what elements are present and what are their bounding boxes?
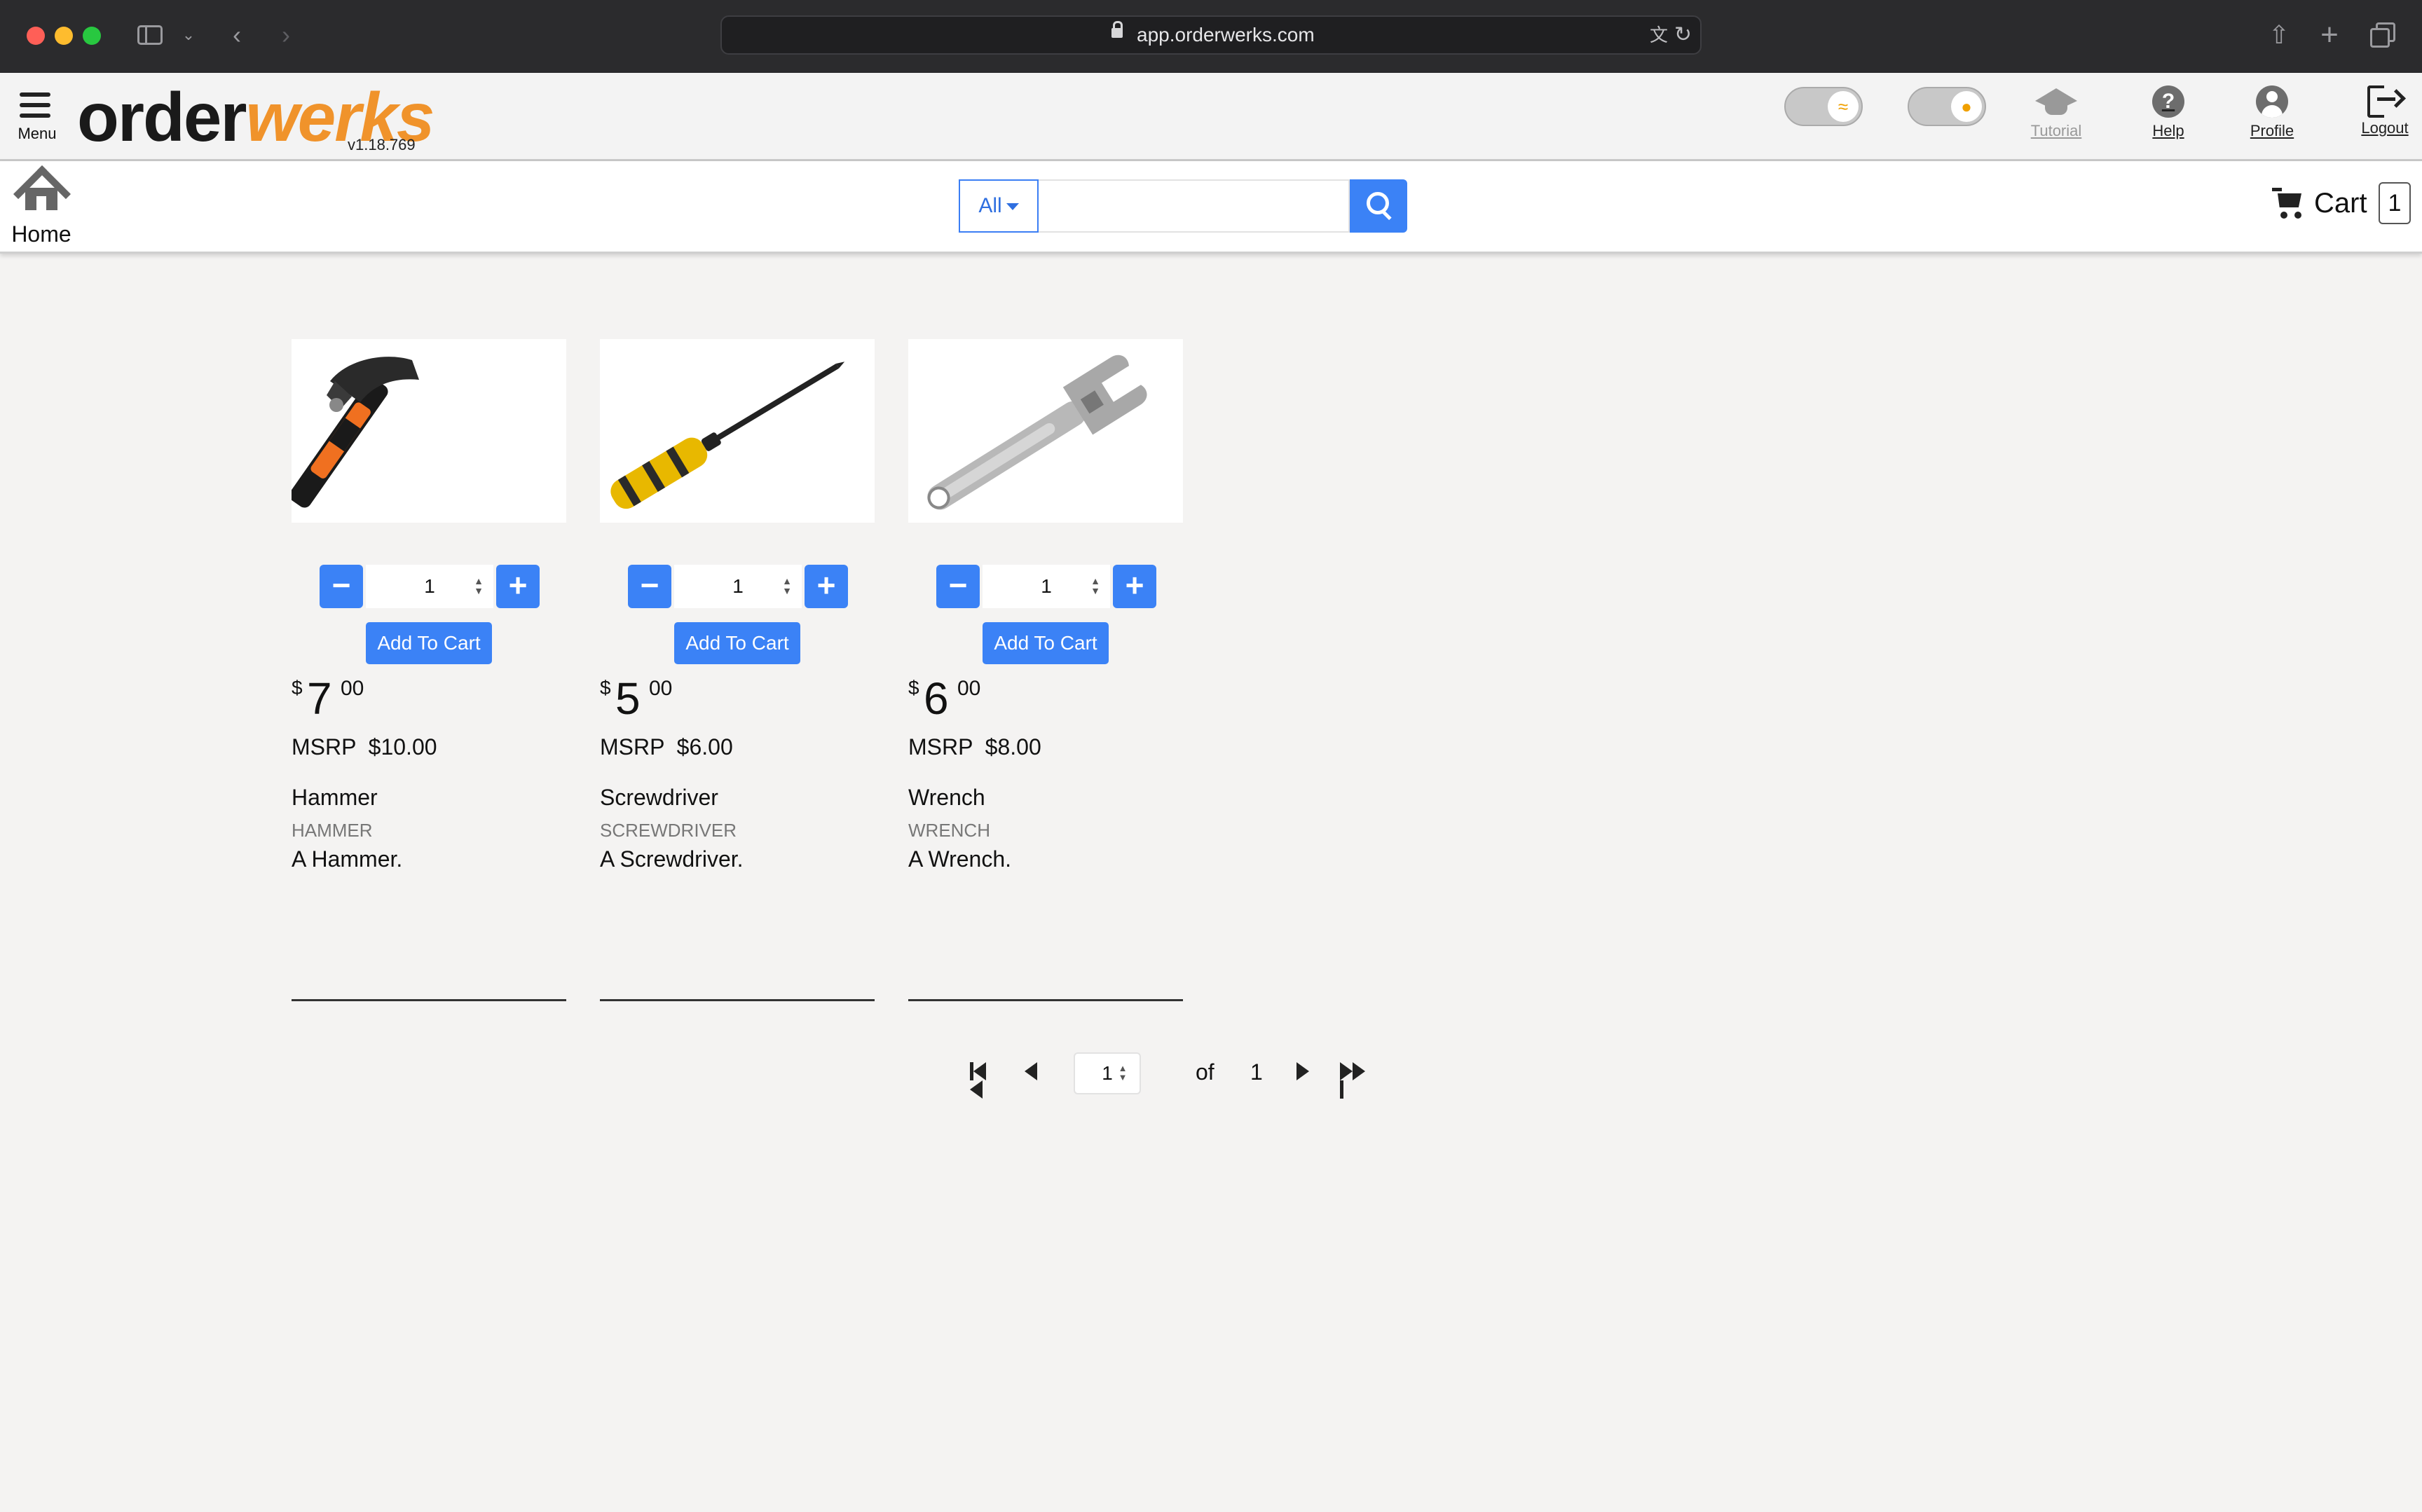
help-link[interactable]: ? Help [2142,85,2195,140]
profile-label: Profile [2250,122,2294,139]
sidebar-toggle-icon[interactable] [135,15,165,55]
search-input[interactable] [1039,179,1350,233]
home-button[interactable]: Home [10,165,73,247]
quantity-decrement-button[interactable]: − [320,565,363,608]
product-image-hammer[interactable] [292,339,566,523]
quantity-decrement-button[interactable]: − [936,565,980,608]
profile-link[interactable]: Profile [2244,85,2300,140]
offline-mode-toggle[interactable]: ≈ [1784,87,1863,126]
home-icon [13,165,71,224]
quantity-spinner-icon[interactable]: ▲ ▼ [781,576,793,597]
graduation-cap-icon [2035,85,2077,118]
product-image-screwdriver[interactable] [600,339,875,523]
home-label: Home [11,221,71,247]
next-page-icon[interactable] [1296,1062,1313,1083]
quantity-increment-button[interactable]: + [1113,565,1156,608]
user-circle-icon [2256,85,2288,118]
address-url: app.orderwerks.com [1137,24,1315,46]
product-description: A Wrench. [908,846,1012,872]
question-circle-icon: ? [2152,85,2184,118]
product-sku: HAMMER [292,820,373,841]
forward-arrow-icon[interactable]: › [272,15,300,55]
translate-icon[interactable]: 文 [1650,22,1668,48]
quantity-decrement-button[interactable]: − [628,565,671,608]
shopping-cart-icon [2272,188,2306,219]
back-arrow-icon[interactable]: ‹ [223,15,251,55]
tutorial-link[interactable]: Tutorial [2027,85,2086,140]
product-divider [292,999,566,1001]
first-page-icon[interactable] [970,1062,998,1099]
help-label: Help [2152,122,2184,139]
lock-icon [1111,21,1123,38]
quantity-spinner-icon[interactable]: ▲ ▼ [472,576,485,597]
pagination: 1 ▲ ▼ of 1 [967,1051,1374,1099]
chevron-down-icon[interactable]: ⌄ [179,15,198,55]
quantity-spinner-icon[interactable]: ▲ ▼ [1089,576,1102,597]
wrench-image [927,355,1147,510]
search-bar-row: Home All Cart 1 [0,161,2422,254]
product-card: − 1 ▲ ▼ + Add To Cart $ 6 00 MSRP $8.00 W… [908,339,1183,1002]
hamburger-icon [20,92,50,97]
cart-button[interactable]: Cart 1 [2269,182,2416,228]
cart-count-badge: 1 [2379,182,2411,224]
product-msrp: MSRP $10.00 [292,734,437,760]
cart-label: Cart [2314,188,2367,219]
tutorial-label: Tutorial [2030,122,2082,139]
window-close-button[interactable] [27,27,45,45]
sign-out-icon [2367,85,2406,118]
share-icon[interactable]: ⇧ [2264,15,2294,55]
window-zoom-button[interactable] [83,27,101,45]
wifi-icon: ≈ [1828,91,1859,122]
category-value: All [978,194,1002,217]
category-dropdown[interactable]: All [959,179,1039,233]
quantity-increment-button[interactable]: + [496,565,540,608]
product-card: − 1 ▲ ▼ + Add To Cart $ 7 00 MSRP $10.00 … [292,339,566,1002]
product-name[interactable]: Screwdriver [600,785,718,811]
product-msrp: MSRP $8.00 [908,734,1041,760]
caret-down-icon [1006,203,1019,211]
page-of-label: of [1196,1059,1215,1085]
product-image-wrench[interactable] [908,339,1183,523]
menu-button[interactable]: Menu [15,88,59,146]
tab-overview-icon[interactable] [2367,15,2398,55]
theme-toggle[interactable]: ● [1908,87,1986,126]
product-sku: SCREWDRIVER [600,820,737,841]
product-sku: WRENCH [908,820,990,841]
new-tab-icon[interactable]: + [2314,15,2345,55]
product-name[interactable]: Wrench [908,785,985,811]
page-total: 1 [1250,1059,1263,1085]
page-spinner-icon[interactable]: ▲ ▼ [1117,1064,1128,1082]
window-minimize-button[interactable] [55,27,73,45]
last-page-icon[interactable] [1340,1062,1368,1099]
product-card: − 1 ▲ ▼ + Add To Cart $ 5 00 MSRP $6.00 S… [600,339,875,1002]
menu-label: Menu [18,125,57,142]
app-header: Menu orderwerks v1.18.769 ≈ ● Tutorial ?… [0,73,2422,161]
product-msrp: MSRP $6.00 [600,734,733,760]
add-to-cart-button[interactable]: Add To Cart [983,622,1109,664]
previous-page-icon[interactable] [1025,1062,1041,1083]
logout-link[interactable]: Logout [2358,85,2412,137]
page-number-input[interactable]: 1 [1074,1052,1141,1094]
address-bar[interactable]: app.orderwerks.com 文 ↻ [720,15,1702,55]
product-divider [600,999,875,1001]
logout-label: Logout [2361,119,2409,137]
sun-icon: ● [1951,91,1982,122]
product-description: A Hammer. [292,846,403,872]
screwdriver-image [610,362,845,509]
add-to-cart-button[interactable]: Add To Cart [366,622,492,664]
reload-icon[interactable]: ↻ [1674,21,1692,49]
app-version: v1.18.769 [348,136,416,153]
product-divider [908,999,1183,1001]
browser-toolbar: ⌄ ‹ › app.orderwerks.com 文 ↻ ⇧ + [0,0,2422,73]
product-description: A Screwdriver. [600,846,744,872]
search-button[interactable] [1350,179,1407,233]
add-to-cart-button[interactable]: Add To Cart [674,622,800,664]
product-name[interactable]: Hammer [292,785,378,811]
quantity-increment-button[interactable]: + [805,565,848,608]
hammer-image [292,357,419,508]
